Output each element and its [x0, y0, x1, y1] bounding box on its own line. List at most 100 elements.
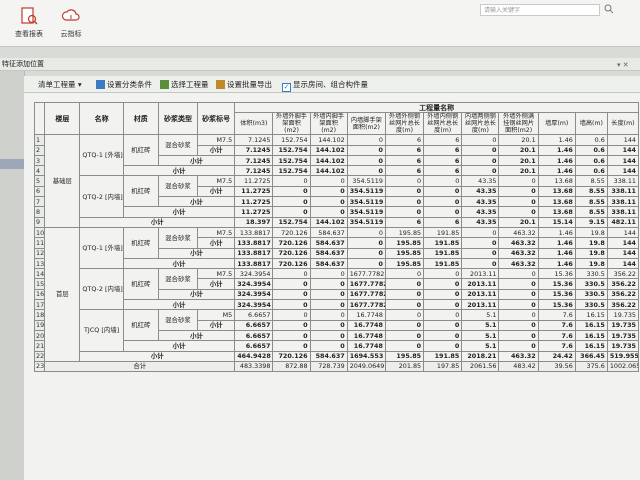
mortar-grade-cell: M7.5 [197, 175, 236, 187]
value-cell: 354.5119 [346, 206, 386, 218]
header-quantity-9: 墙厚(m) [537, 112, 576, 136]
value-cell: 43.35 [461, 185, 500, 198]
subtotal-label: 小计 [122, 165, 236, 177]
pin-icon[interactable]: ▾ ✕ [617, 59, 629, 71]
mortar-type-cell: 混合砂浆 [157, 175, 199, 198]
wall-name-cell: QTQ-1 [外墙] [79, 134, 124, 177]
value-cell: 20.1 [498, 165, 539, 177]
value-cell: 39.56 [537, 360, 576, 373]
show-room-checkbox[interactable]: ✓ 显示房间、组合构件量 [282, 79, 368, 92]
value-cell: 144 [606, 144, 640, 156]
table-row[interactable]: 22 小计 464.9428 720.126 584.637 1694.553 195.85… [33, 350, 640, 362]
value-cell: 0 [461, 165, 500, 177]
value-cell: 0 [309, 299, 348, 311]
value-cell: 519.955 [606, 350, 640, 362]
table-row[interactable]: 5 QTQ-2 [内墙] 机红砖 混合砂浆 M7.5 11.2725 0 0 354.5119 0… [33, 175, 640, 218]
value-cell: 0 [384, 206, 425, 218]
value-cell: 133.8817 [234, 247, 274, 259]
value-cell: 0 [498, 340, 539, 352]
search-icon[interactable] [604, 4, 614, 14]
table-row[interactable]: 4 小计 7.1245 152.754 144.102 0 6 6 0 20.1 1.46 0.6 14… [33, 165, 640, 177]
cloud-index-button[interactable]: 云指标 [50, 4, 92, 42]
value-cell: 6 [423, 216, 463, 228]
value-cell: 0 [346, 134, 386, 146]
value-cell: 11.2725 [234, 185, 274, 198]
row-number: 12 [33, 247, 46, 259]
subtotal-label: 小计 [197, 237, 236, 249]
value-cell: 11.2725 [234, 206, 274, 218]
table-row[interactable]: 21 小计 6.6657 0 0 16.7748 0 0 5.1 0 7.6 16.15 19.735 [33, 340, 640, 352]
value-cell: 0 [346, 144, 386, 156]
value-cell: 0 [461, 257, 500, 270]
value-cell: 43.35 [461, 196, 500, 208]
value-cell: 152.754 [272, 134, 311, 146]
table-row[interactable]: 17 小计 324.3954 0 0 1677.7782 0 0 2013.11 0 15.36 33… [33, 299, 640, 311]
value-cell: 0 [272, 175, 311, 187]
list-project-dropdown[interactable]: 清单工程量 ▾ [38, 79, 82, 90]
table-row[interactable]: 18 TJCQ [内墙] 机红砖 混合砂浆 M5 6.6657 0 0 16.7748 0 0 5.1… [33, 309, 640, 352]
value-cell: 0 [309, 268, 348, 280]
mortar-grade-cell: M7.5 [197, 268, 236, 280]
value-cell: 0 [498, 329, 539, 342]
table-row[interactable]: 10 首层 QTQ-1 [外墙] 机红砖 混合砂浆 M7.5 133.8817 720.126… [33, 226, 640, 362]
value-cell: 0 [272, 206, 311, 218]
table-row[interactable]: 13 小计 133.8817 720.126 584.637 0 195.85 191.85 0… [33, 257, 640, 270]
value-cell: 6 [423, 154, 463, 167]
report-icon [21, 7, 38, 25]
value-cell: 584.637 [309, 247, 348, 259]
value-cell: 354.5119 [346, 185, 386, 198]
value-cell: 5.1 [461, 309, 500, 321]
value-cell: 16.7748 [346, 309, 386, 321]
header-mortar-grade: 砂浆标号 [197, 101, 236, 136]
value-cell: 0 [272, 309, 311, 321]
view-report-button[interactable]: 查看报表 [8, 4, 50, 42]
value-cell: 191.85 [423, 247, 463, 259]
value-cell: 0.6 [574, 165, 608, 177]
select-project-button[interactable]: 选择工程量 [160, 79, 209, 90]
value-cell: 19.735 [606, 329, 640, 342]
value-cell: 19.8 [574, 257, 608, 270]
table-row[interactable]: 8 小计 11.2725 0 0 354.5119 0 0 43.35 0 13.68 8.55 338… [33, 206, 640, 218]
left-pane[interactable] [0, 71, 25, 480]
value-cell: 16.7748 [346, 329, 386, 342]
value-cell: 152.754 [272, 144, 311, 156]
table-row[interactable]: 9 小计 18.397 152.754 144.102 354.5119 6 6 43.35 20… [33, 216, 640, 228]
value-cell: 324.3954 [234, 278, 274, 290]
value-cell: 1.46 [537, 257, 576, 270]
table-row[interactable]: 14 QTQ-2 [内墙] 机红砖 混合砂浆 M7.5 324.3954 0 0 1677.77… [33, 268, 640, 311]
material-cell: 机红砖 [122, 175, 159, 208]
value-cell: 7.1245 [234, 134, 274, 146]
left-pane-selected-item[interactable] [0, 159, 24, 169]
value-cell: 0 [423, 319, 463, 331]
value-cell: 19.735 [606, 340, 640, 352]
table-row[interactable]: 1 基础层 QTQ-1 [外墙] 机红砖 混合砂浆 M7.5 7.1245 152.754 14… [33, 134, 640, 228]
value-cell: 720.126 [272, 350, 311, 362]
value-cell: 0 [384, 196, 425, 208]
search-input[interactable]: 请输入关键字 [480, 4, 600, 16]
subtotal-label: 小计 [157, 288, 236, 301]
value-cell: 6 [384, 216, 425, 228]
value-cell: 0 [309, 288, 348, 301]
value-cell: 0 [384, 278, 425, 290]
value-cell: 330.5 [574, 288, 608, 301]
value-cell: 1.46 [537, 247, 576, 259]
row-number: 8 [33, 206, 46, 218]
value-cell: 0 [498, 196, 539, 208]
row-number: 10 [33, 226, 46, 239]
value-cell: 0 [272, 319, 311, 331]
mortar-grade-cell: M7.5 [197, 226, 236, 239]
set-category-button[interactable]: 设置分类条件 [96, 79, 152, 90]
batch-export-button[interactable]: 设置批量导出 [216, 79, 272, 90]
mortar-grade-cell: M7.5 [197, 134, 236, 146]
value-cell: 584.637 [309, 257, 348, 270]
floor-subtotal-label: 小计 [79, 216, 236, 228]
table-row[interactable]: 23 合计 483.3398 872.88 728.739 2049.0649 201.85… [33, 360, 640, 373]
row-number: 2 [33, 144, 46, 156]
wall-name-cell: QTQ-2 [内墙] [79, 268, 124, 311]
value-cell: 0 [423, 196, 463, 208]
header-rownum [33, 101, 46, 136]
value-cell: 0 [461, 154, 500, 167]
value-cell: 8.55 [574, 175, 608, 187]
value-cell: 6.6657 [234, 329, 274, 342]
value-cell: 584.637 [309, 237, 348, 249]
